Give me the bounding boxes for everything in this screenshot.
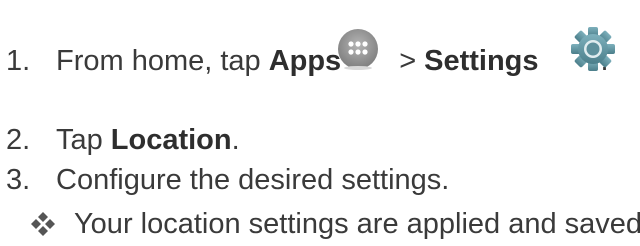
settings-icon bbox=[571, 27, 615, 71]
step-3-number: 3. bbox=[6, 164, 31, 196]
apps-icon bbox=[338, 29, 378, 70]
step-3-text: Configure the desired settings. bbox=[56, 164, 450, 196]
result-diamond-icon bbox=[31, 212, 55, 236]
step-1-number: 1. bbox=[6, 45, 31, 77]
step-2-number: 2. bbox=[6, 124, 31, 156]
step-2: 2. Tap Location . bbox=[0, 123, 240, 157]
separator: > bbox=[399, 45, 417, 77]
step-1: 1. From home, tap Apps > Settings . bbox=[0, 44, 609, 78]
result: Your location settings are applied and s… bbox=[30, 207, 640, 241]
result-text: Your location settings are applied and s… bbox=[74, 208, 640, 240]
apps-label: Apps bbox=[268, 45, 342, 77]
step-2-text: Tap bbox=[56, 124, 103, 156]
step-1-text: From home, tap bbox=[56, 45, 261, 77]
step-3: 3. Configure the desired settings. bbox=[0, 163, 449, 197]
page: { "steps": [ { "number": "1.", "text_bef… bbox=[0, 0, 640, 246]
step-2-end: . bbox=[231, 124, 240, 156]
settings-label: Settings bbox=[424, 45, 539, 77]
location-label: Location bbox=[110, 124, 232, 156]
